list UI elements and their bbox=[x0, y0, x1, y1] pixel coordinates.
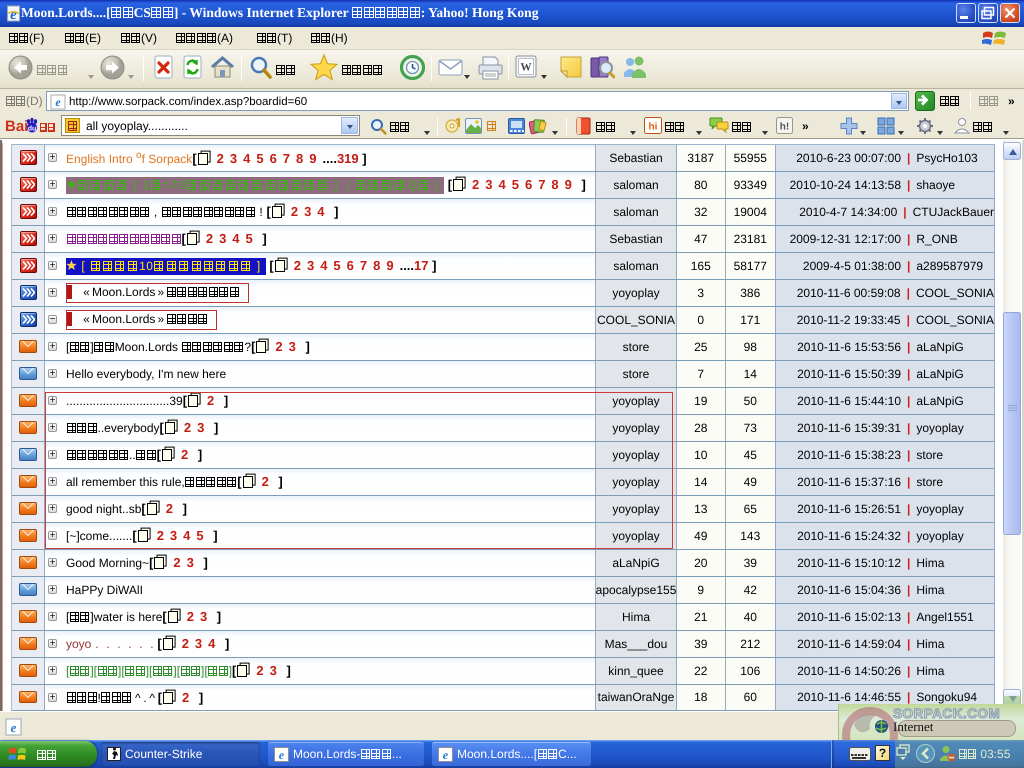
svg-text:e: e bbox=[11, 720, 17, 735]
svg-text:W: W bbox=[521, 62, 532, 74]
svg-text:e: e bbox=[279, 747, 285, 761]
svg-text:e: e bbox=[443, 747, 449, 761]
svg-text:du: du bbox=[28, 125, 37, 133]
svg-text:e: e bbox=[55, 95, 61, 109]
svg-text:e: e bbox=[10, 7, 17, 22]
svg-text:h!: h! bbox=[780, 122, 789, 133]
svg-text:hi: hi bbox=[649, 122, 658, 133]
